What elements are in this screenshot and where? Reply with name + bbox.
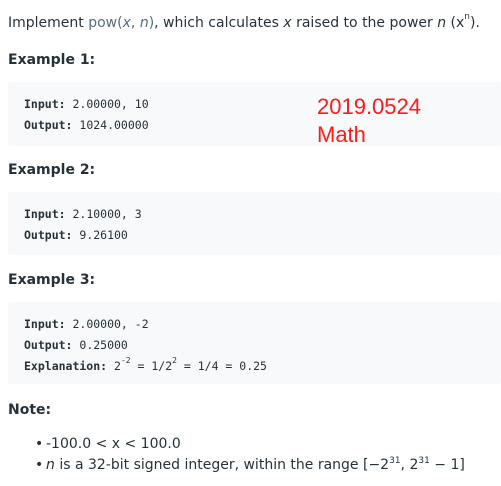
note-item-x-range: • -100.0 < x < 100.0 (8, 434, 465, 455)
intro-var-x: x (283, 15, 292, 31)
note-item-text: , 2 (400, 457, 419, 473)
example-3-output: Output: 0.25000 (24, 338, 128, 352)
input-label: Input: (24, 317, 66, 331)
note-item-text: is a 32-bit signed integer, within the r… (54, 457, 390, 473)
example-3-input: Input: 2.00000, -2 (24, 317, 149, 331)
note-item-text: -100.0 < x < 100.0 (46, 436, 181, 452)
output-label: Output: (24, 338, 73, 352)
fn-param-x: x (122, 15, 131, 31)
intro-exponent: n (464, 12, 471, 22)
function-signature: pow(x, n) (88, 15, 154, 31)
example-1-output: Output: 1024.00000 (24, 118, 149, 132)
problem-statement: Implement pow(x, n), which calculates x … (8, 12, 480, 31)
example-1-heading: Example 1: (8, 52, 96, 68)
bullet: • (35, 436, 44, 452)
intro-prefix: Implement (8, 15, 89, 31)
note-var-n: n (46, 457, 55, 473)
example-2-output: Output: 9.26100 (24, 228, 128, 242)
explanation-base: 2 (107, 359, 121, 373)
fn-param-n: n (139, 15, 149, 31)
annotation-date: 2019.0524 (317, 94, 421, 119)
fn-name: pow( (88, 15, 123, 31)
input-value: 2.10000, 3 (65, 207, 142, 221)
explanation-exponent: 2 (172, 356, 177, 365)
output-value: 1024.00000 (72, 118, 149, 132)
example-3-heading: Example 3: (8, 272, 96, 288)
input-value: 2.00000, -2 (65, 317, 149, 331)
output-label: Output: (24, 118, 73, 132)
note-exponent: 31 (418, 456, 430, 466)
intro-var-n: n (437, 15, 447, 31)
note-item-n-range: • n is a 32-bit signed integer, within th… (8, 455, 465, 476)
example-3-codebox: Input: 2.00000, -2 Output: 0.25000 Expla… (8, 302, 501, 384)
explanation-middle: = 1/2 (130, 359, 173, 373)
explanation-result: = 1/4 = 0.25 (176, 359, 267, 373)
intro-paren-open: (x (446, 15, 465, 31)
example-2-input: Input: 2.10000, 3 (24, 207, 142, 221)
intro-middle: , which calculates (154, 15, 284, 31)
input-value: 2.00000, 10 (65, 97, 149, 111)
explanation-exponent: -2 (120, 356, 131, 365)
note-list: • -100.0 < x < 100.0 • n is a 32-bit signe… (8, 434, 465, 476)
output-value: 0.25000 (72, 338, 128, 352)
note-item-text: − 1] (429, 457, 465, 473)
example-1-codebox: Input: 2.00000, 10 Output: 1024.00000 (8, 82, 501, 146)
annotation-tag: Math (317, 122, 366, 147)
input-label: Input: (24, 97, 66, 111)
note-exponent: 31 (389, 456, 401, 466)
input-label: Input: (24, 207, 66, 221)
note-heading: Note: (8, 402, 52, 418)
explanation-label: Explanation: (24, 359, 108, 373)
example-2-codebox: Input: 2.10000, 3 Output: 9.26100 (8, 192, 501, 255)
intro-paren-close: ). (470, 15, 480, 31)
fn-sep: , (130, 15, 140, 31)
intro-raised: raised to the power (291, 15, 438, 31)
example-1-input: Input: 2.00000, 10 (24, 97, 149, 111)
output-label: Output: (24, 228, 73, 242)
output-value: 9.26100 (72, 228, 128, 242)
bullet: • (35, 457, 44, 473)
example-2-heading: Example 2: (8, 162, 96, 178)
example-3-explanation: Explanation: 2-2 = 1/22 = 1/4 = 0.25 (24, 356, 267, 373)
